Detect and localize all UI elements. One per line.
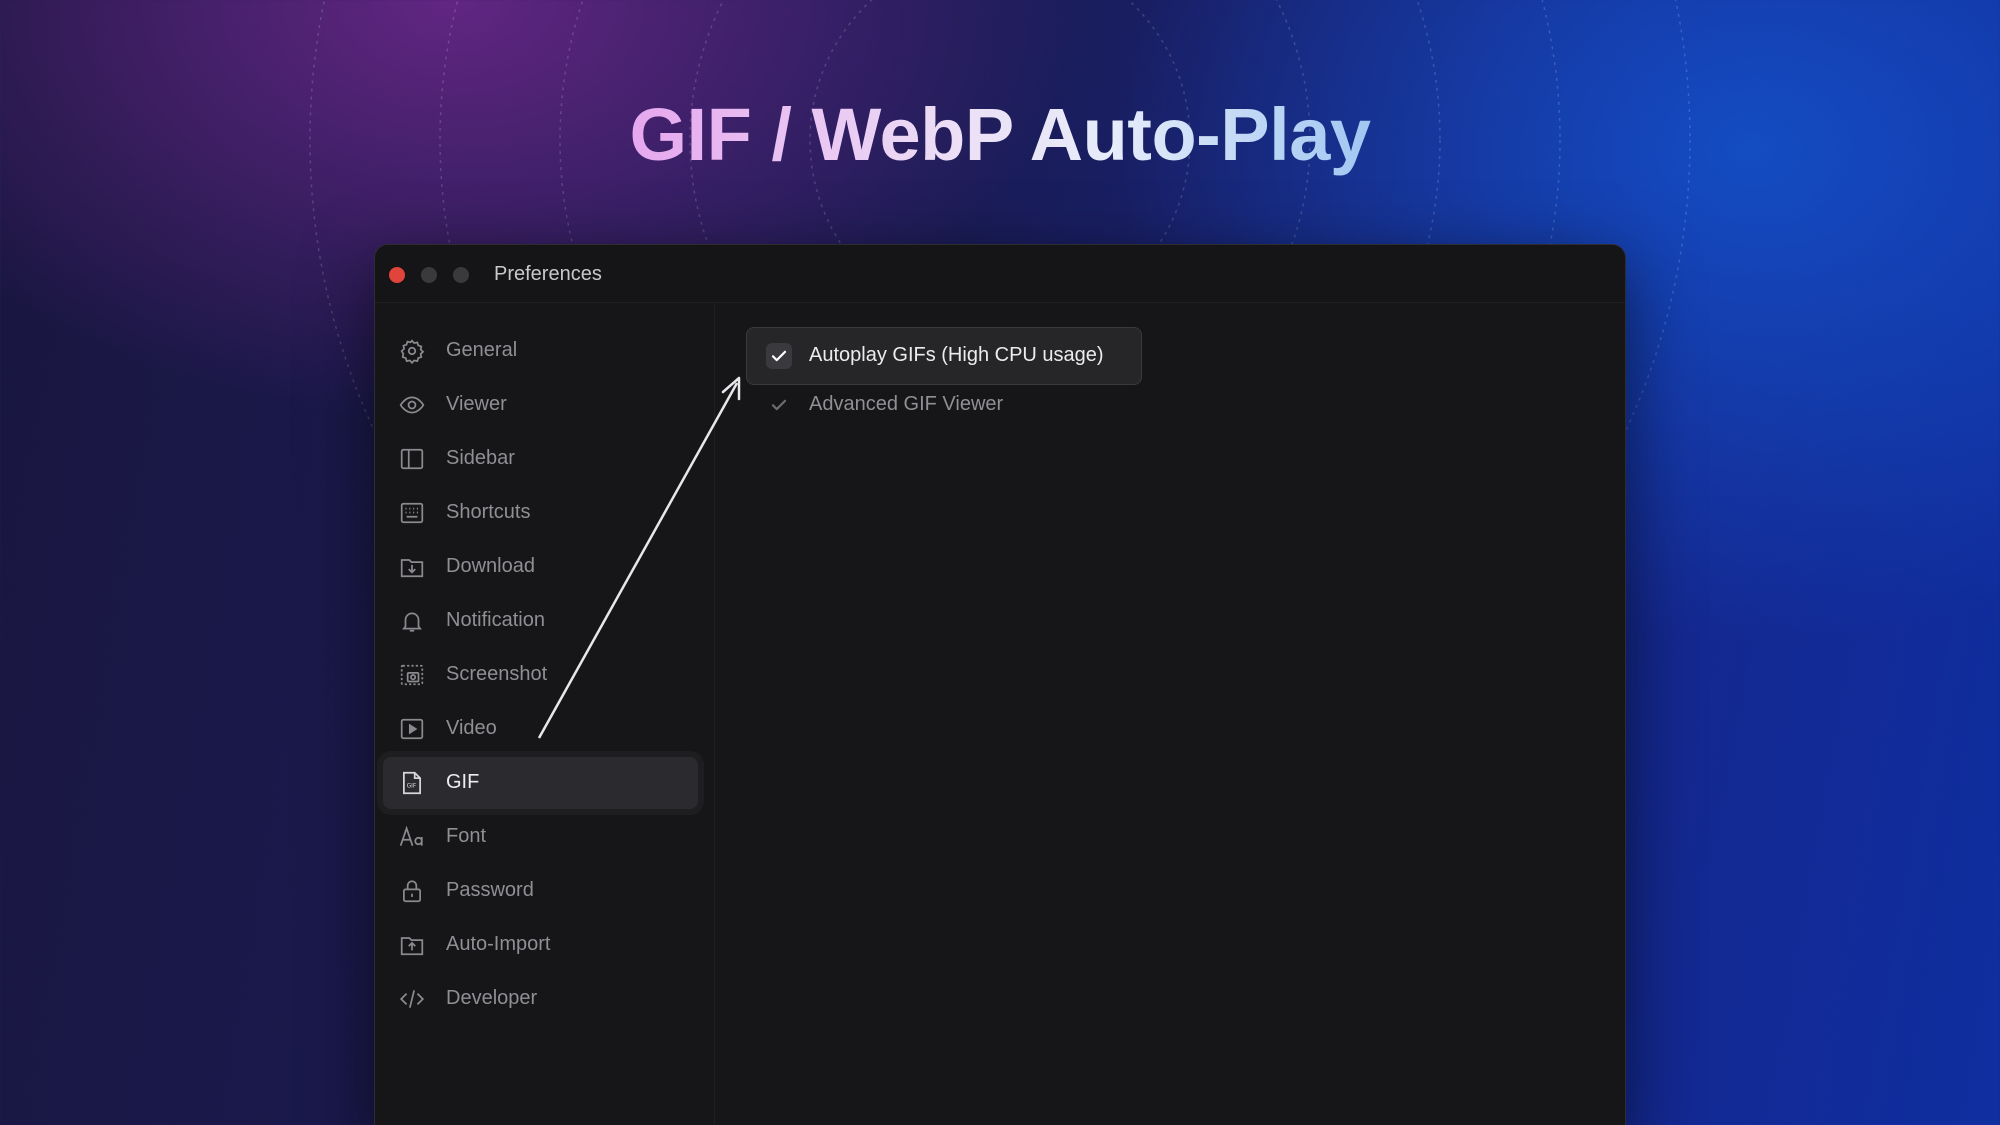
headline: GIF / WebP Auto-Play [0,92,2000,177]
autoplay-gifs-checkbox[interactable] [766,343,792,369]
gear-icon [399,338,425,364]
sidebar-item-label: Notification [446,609,545,631]
sidebar-item-label: General [446,339,518,361]
autoplay-gifs-label: Autoplay GIFs (High CPU usage) [809,344,1104,366]
sidebar-item-label: Download [446,555,535,577]
checkmark-icon [771,350,787,362]
gif-file-icon: GIF [399,770,425,796]
gif-settings-panel: Autoplay GIFs (High CPU usage) Advanced … [715,303,1625,1125]
sidebar-item-label: Font [446,825,487,847]
zoom-window-button[interactable] [453,267,469,283]
lock-icon [399,878,425,904]
svg-text:GIF: GIF [407,782,417,789]
download-folder-icon [399,554,425,580]
sidebar-item-label: GIF [446,771,480,793]
sidebar-item-label: Developer [446,987,538,1009]
sidebar-item-label: Screenshot [446,663,548,685]
play-icon [399,716,425,742]
advanced-gif-viewer-label: Advanced GIF Viewer [809,393,1004,415]
checkmark-icon [771,399,787,411]
sidebar-item-label: Password [446,879,534,901]
close-window-button[interactable] [389,267,405,283]
sidebar-item-general[interactable]: General [383,325,698,377]
sidebar-item-label: Viewer [446,393,507,415]
screenshot-icon [399,662,425,688]
font-icon [399,824,425,850]
sidebar-item-screenshot[interactable]: Screenshot [383,649,698,701]
sidebar-item-notification[interactable]: Notification [383,595,698,647]
code-icon [399,986,425,1012]
sidebar-item-label: Auto-Import [446,933,551,955]
sidebar-item-label: Video [446,717,497,739]
keyboard-icon [399,500,425,526]
sidebar-item-font[interactable]: Font [383,811,698,863]
upload-folder-icon [399,932,425,958]
sidebar-item-video[interactable]: Video [383,703,698,755]
sidebar-item-sidebar[interactable]: Sidebar [383,433,698,485]
title-bar: Preferences [375,245,1625,303]
sidebar-item-password[interactable]: Password [383,865,698,917]
eye-icon [399,392,425,418]
sidebar-item-label: Shortcuts [446,501,531,523]
sidebar-item-viewer[interactable]: Viewer [383,379,698,431]
advanced-gif-viewer-checkbox[interactable] [766,392,792,418]
sidebar-icon [399,446,425,472]
sidebar-item-gif[interactable]: GIF GIF [383,757,698,809]
sidebar-item-label: Sidebar [446,447,515,469]
sidebar-item-shortcuts[interactable]: Shortcuts [383,487,698,539]
window-title: Preferences [494,263,602,285]
sidebar-item-auto-import[interactable]: Auto-Import [383,919,698,971]
preferences-window: Preferences General Viewer Sidebar Short… [374,244,1626,1125]
sidebar-item-developer[interactable]: Developer [383,973,698,1025]
sidebar-item-download[interactable]: Download [383,541,698,593]
bell-icon [399,608,425,634]
preferences-sidebar: General Viewer Sidebar Shortcuts Downloa… [375,303,715,1125]
autoplay-gifs-option[interactable]: Autoplay GIFs (High CPU usage) [746,327,1142,385]
advanced-gif-viewer-option[interactable]: Advanced GIF Viewer [747,385,1143,425]
minimize-window-button[interactable] [421,267,437,283]
